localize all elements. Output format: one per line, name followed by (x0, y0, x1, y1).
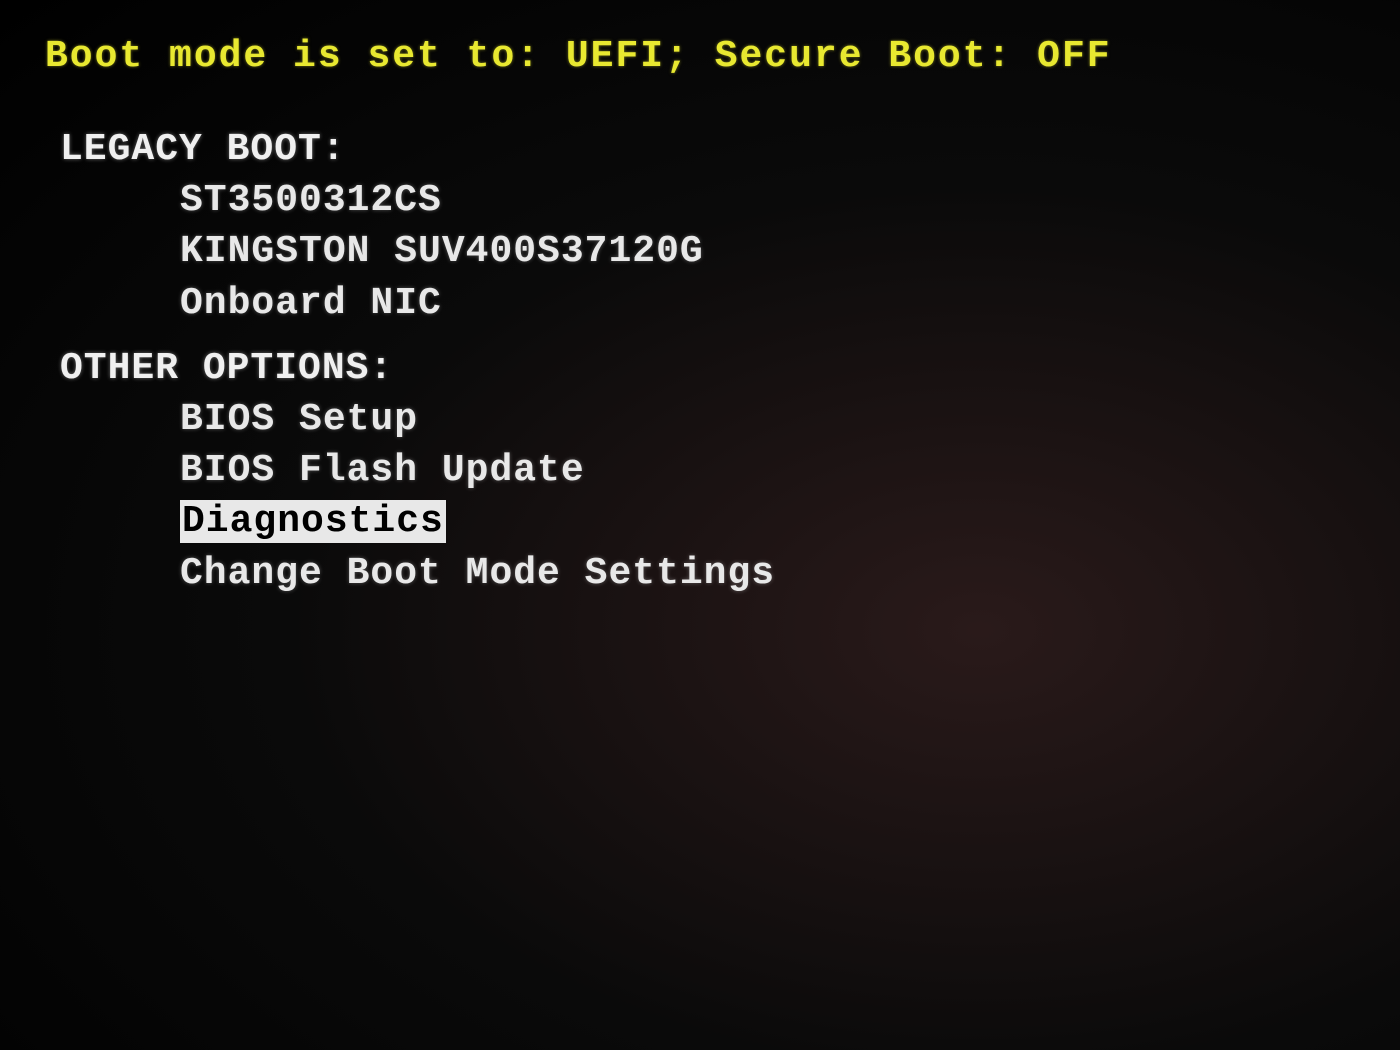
other-option-bios-setup[interactable]: BIOS Setup (180, 394, 1355, 445)
other-option-bios-flash[interactable]: BIOS Flash Update (180, 445, 1355, 496)
selected-label: Diagnostics (180, 500, 446, 543)
other-options-header: OTHER OPTIONS: (60, 347, 1355, 390)
other-option-diagnostics[interactable]: Diagnostics (180, 496, 446, 547)
boot-mode-status: Boot mode is set to: UEFI; Secure Boot: … (45, 35, 1355, 78)
legacy-boot-item-hdd[interactable]: ST3500312CS (180, 175, 1355, 226)
other-option-change-boot-mode[interactable]: Change Boot Mode Settings (180, 548, 1355, 599)
legacy-boot-item-ssd[interactable]: KINGSTON SUV400S37120G (180, 226, 1355, 277)
legacy-boot-list: ST3500312CS KINGSTON SUV400S37120G Onboa… (180, 175, 1355, 329)
legacy-boot-item-nic[interactable]: Onboard NIC (180, 278, 1355, 329)
legacy-boot-header: LEGACY BOOT: (60, 128, 1355, 171)
other-options-list: BIOS Setup BIOS Flash Update Diagnostics… (180, 394, 1355, 599)
